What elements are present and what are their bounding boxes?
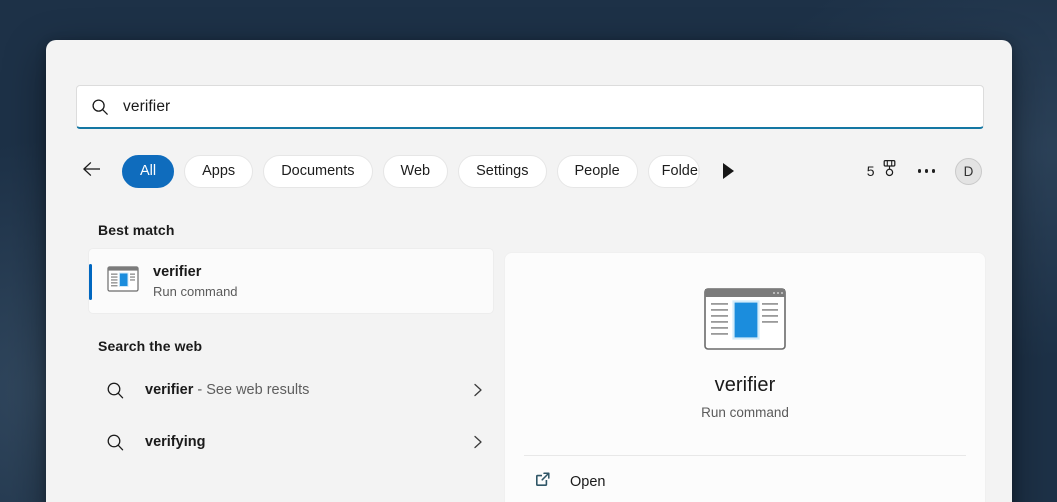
search-input[interactable]: verifier: [76, 85, 984, 129]
open-action-button[interactable]: Open: [505, 456, 985, 494]
results-left-column: Best match verifier Run command Search t…: [88, 208, 500, 468]
rewards-count: 5: [866, 163, 875, 179]
best-match-texts: verifier Run command: [153, 263, 238, 299]
filter-tab-row: All Apps Documents Web Settings People F…: [76, 148, 984, 194]
back-arrow-icon: [81, 160, 103, 183]
preview-panel: verifier Run command Open: [504, 252, 986, 502]
avatar-initial: D: [963, 163, 974, 179]
best-match-header: Best match: [98, 222, 175, 238]
preview-title: verifier: [714, 374, 776, 396]
web-result-label: verifying: [145, 434, 205, 450]
web-result-suffix: - See web results: [193, 382, 310, 398]
tab-all-label: All: [140, 163, 157, 179]
search-input-value: verifier: [123, 97, 171, 115]
ellipsis-icon: [931, 169, 935, 173]
tab-documents-label: Documents: [281, 163, 355, 179]
ellipsis-icon: [917, 169, 921, 173]
web-result-query: verifier: [145, 382, 194, 398]
verifier-app-icon: [107, 265, 139, 297]
tab-settings[interactable]: Settings: [458, 154, 547, 188]
best-match-subtitle: Run command: [153, 284, 238, 300]
rewards-button[interactable]: 5: [867, 159, 898, 183]
tab-folders[interactable]: Folders: [647, 154, 700, 188]
open-external-icon: [533, 470, 552, 494]
tab-apps-label: Apps: [202, 163, 236, 179]
web-result-verifier[interactable]: verifier - See web results: [88, 364, 494, 416]
ellipsis-icon: [924, 169, 928, 173]
search-icon: [106, 433, 125, 452]
tabs-scroll-next-button[interactable]: [713, 154, 744, 188]
tab-all[interactable]: All: [122, 154, 175, 188]
tab-people-label: People: [574, 163, 620, 179]
tab-web[interactable]: Web: [382, 154, 449, 188]
search-box-container: verifier: [76, 85, 984, 129]
tab-people[interactable]: People: [556, 154, 638, 188]
best-match-result[interactable]: verifier Run command: [88, 248, 494, 314]
preview-subtitle: Run command: [701, 405, 789, 420]
tab-settings-label: Settings: [476, 163, 529, 179]
open-action-label: Open: [570, 474, 606, 490]
search-icon: [106, 381, 125, 400]
more-options-button[interactable]: [912, 161, 942, 181]
selection-accent-bar: [89, 264, 92, 300]
search-icon: [91, 98, 109, 116]
back-button[interactable]: [76, 155, 108, 187]
play-triangle-icon: [723, 163, 735, 179]
best-match-title: verifier: [153, 263, 202, 280]
search-the-web-header: Search the web: [98, 338, 203, 354]
chevron-right-icon: [472, 382, 484, 398]
tab-row-actions: 5 D: [867, 157, 984, 185]
verifier-app-icon-large: [704, 288, 786, 350]
tab-web-label: Web: [400, 163, 431, 179]
tab-folders-label: Folders: [661, 163, 699, 179]
search-flyout-panel: verifier All Apps Documents Web Settings…: [46, 40, 1012, 502]
avatar[interactable]: D: [955, 157, 982, 185]
tab-apps[interactable]: Apps: [184, 154, 254, 188]
chevron-right-icon: [472, 434, 484, 450]
medal-icon: [881, 159, 898, 183]
web-result-verifying[interactable]: verifying: [88, 416, 494, 468]
filter-pills: All Apps Documents Web Settings People F…: [122, 154, 744, 188]
tab-documents[interactable]: Documents: [263, 154, 373, 188]
web-result-query: verifying: [145, 434, 206, 450]
web-result-label: verifier - See web results: [145, 382, 309, 398]
results-area: Best match verifier Run command Search t…: [46, 208, 1012, 502]
